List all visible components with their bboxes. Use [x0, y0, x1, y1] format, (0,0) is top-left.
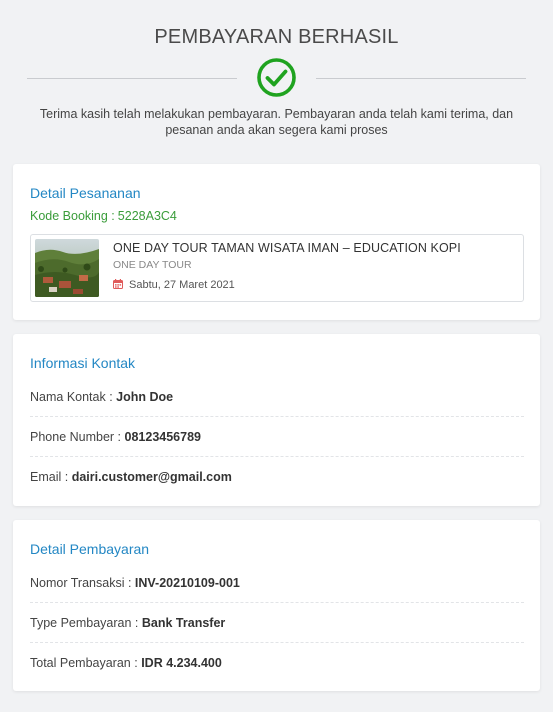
payment-detail-card: Detail Pembayaran Nomor Transaksi : INV-…	[13, 520, 540, 691]
page-title: PEMBAYARAN BERHASIL	[154, 26, 399, 48]
tour-date: Sabtu, 27 Maret 2021	[113, 279, 235, 291]
payment-detail-heading: Detail Pembayaran	[30, 541, 150, 557]
contact-name-value: John Doe	[116, 390, 174, 404]
divider-line-left	[27, 78, 237, 79]
contact-name-label: Nama Kontak :	[30, 390, 113, 404]
booking-code-value: 5228A3C4	[117, 209, 177, 223]
contact-email-row: Email : dairi.customer@gmail.com	[30, 457, 524, 497]
booking-code: Kode Booking :5228A3C4	[30, 209, 177, 223]
order-detail-card: Detail Pesananan Kode Booking :5228A3C4	[13, 164, 540, 320]
tour-date-text: Sabtu, 27 Maret 2021	[129, 279, 235, 291]
contact-email-value: dairi.customer@gmail.com	[71, 470, 232, 484]
contact-phone-value: 08123456789	[124, 430, 201, 444]
tour-item[interactable]: ONE DAY TOUR TAMAN WISATA IMAN – EDUCATI…	[30, 234, 524, 302]
order-detail-heading: Detail Pesananan	[30, 185, 141, 201]
contact-name-row: Nama Kontak : John Doe	[30, 377, 524, 417]
contact-phone-row: Phone Number : 08123456789	[30, 417, 524, 457]
tour-type: ONE DAY TOUR	[113, 259, 192, 271]
contact-info-card: Informasi Kontak Nama Kontak : John Doe …	[13, 334, 540, 506]
contact-phone-label: Phone Number :	[30, 430, 122, 444]
transaction-number-row: Nomor Transaksi : INV-20210109-001	[30, 563, 524, 603]
payment-type-label: Type Pembayaran :	[30, 616, 139, 630]
payment-total-value: IDR 4.234.400	[141, 656, 222, 670]
booking-code-label: Kode Booking :	[30, 209, 115, 223]
divider-line-right	[316, 78, 526, 79]
success-message: Terima kasih telah melakukan pembayaran.…	[39, 107, 514, 137]
tour-thumbnail	[35, 239, 99, 297]
transaction-number-value: INV-20210109-001	[134, 576, 240, 590]
transaction-number-label: Nomor Transaksi :	[30, 576, 132, 590]
contact-email-label: Email :	[30, 470, 69, 484]
tour-thumbnail-image	[35, 239, 99, 297]
calendar-icon	[113, 279, 123, 289]
payment-total-row: Total Pembayaran : IDR 4.234.400	[30, 643, 524, 683]
title-divider	[0, 57, 553, 97]
contact-info-heading: Informasi Kontak	[30, 355, 136, 371]
check-circle-icon	[257, 58, 296, 97]
payment-type-value: Bank Transfer	[141, 616, 226, 630]
tour-name: ONE DAY TOUR TAMAN WISATA IMAN – EDUCATI…	[113, 241, 461, 255]
payment-type-row: Type Pembayaran : Bank Transfer	[30, 603, 524, 643]
payment-total-label: Total Pembayaran :	[30, 656, 138, 670]
